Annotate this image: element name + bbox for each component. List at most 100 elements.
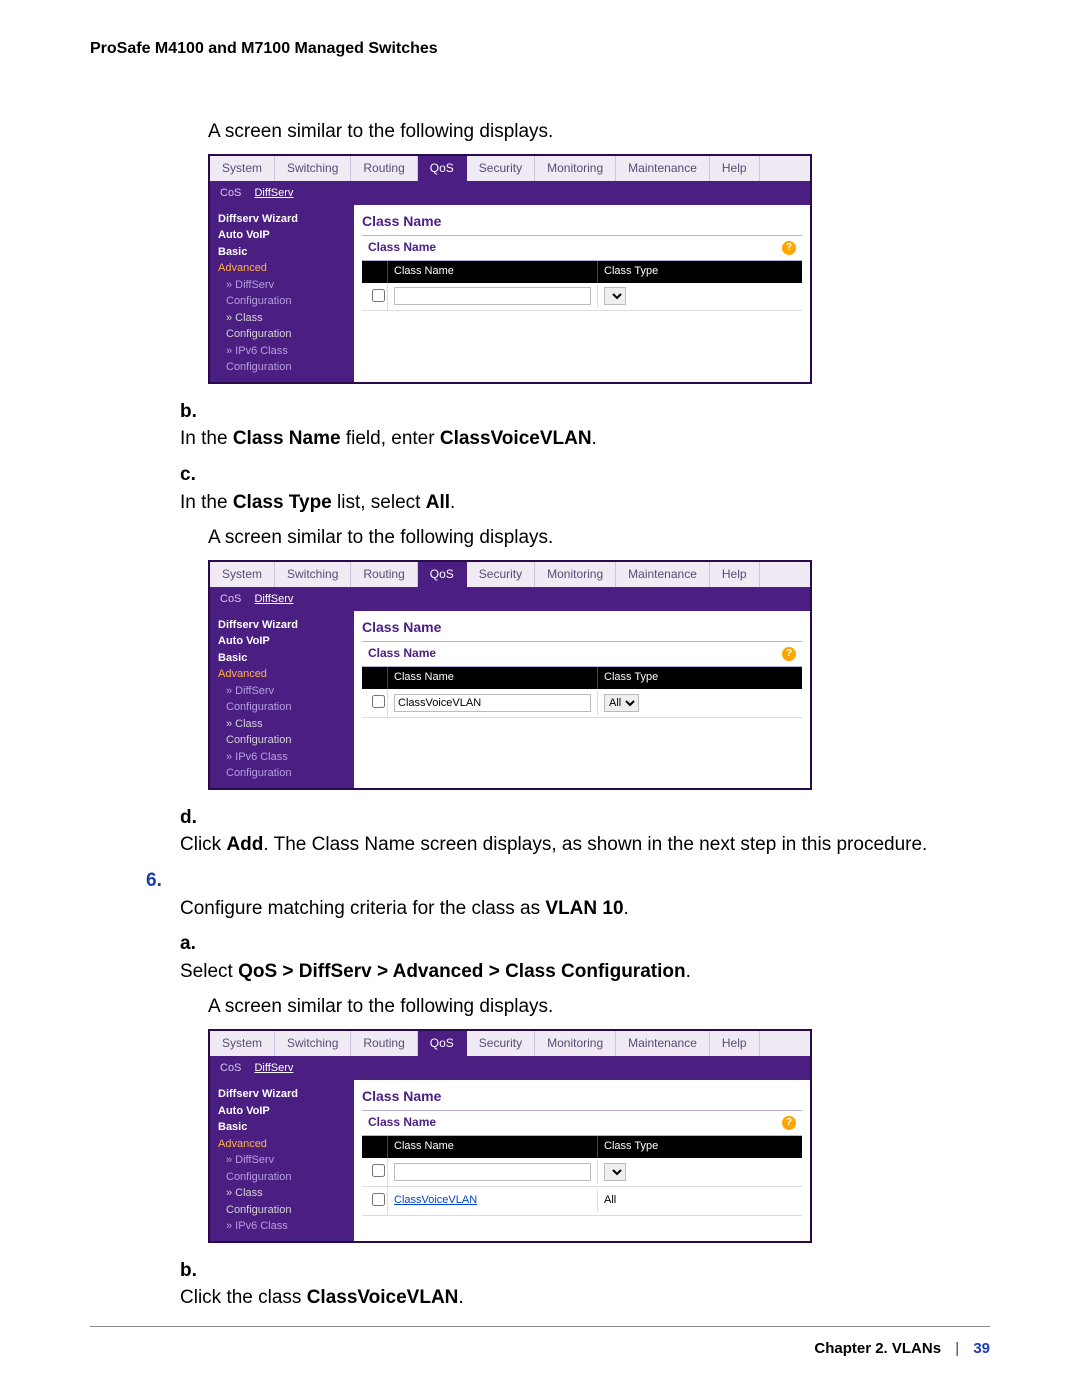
class-name-input[interactable] bbox=[394, 287, 591, 305]
tab-routing[interactable]: Routing bbox=[351, 1031, 417, 1056]
sidebar-item-wizard[interactable]: Diffserv Wizard bbox=[218, 617, 348, 634]
tab-help[interactable]: Help bbox=[710, 156, 760, 181]
switch-ui-screenshot-3: System Switching Routing QoS Security Mo… bbox=[208, 1029, 812, 1243]
sidebar-item-class-config[interactable]: Configuration bbox=[226, 732, 348, 749]
class-type-text: All bbox=[604, 1194, 616, 1206]
row-checkbox[interactable] bbox=[372, 1193, 385, 1206]
help-icon[interactable]: ? bbox=[782, 1116, 796, 1130]
row-checkbox[interactable] bbox=[372, 695, 385, 708]
table-row: All bbox=[362, 689, 802, 718]
step-d: d. Click Add. The Class Name screen disp… bbox=[180, 804, 990, 859]
subtab-cos[interactable]: CoS bbox=[220, 1062, 241, 1074]
sidebar-item-ipv6class-config[interactable]: Configuration bbox=[226, 359, 348, 376]
footer-chapter: Chapter 2. VLANs bbox=[814, 1340, 941, 1357]
class-name-input[interactable] bbox=[394, 694, 591, 712]
class-name-input[interactable] bbox=[394, 1163, 591, 1181]
pane-title: Class Name bbox=[362, 211, 802, 231]
fieldset-label: Class Name bbox=[368, 239, 436, 256]
sidebar-item-ipv6class[interactable]: » IPv6 Class bbox=[226, 1218, 348, 1235]
top-tabbar: System Switching Routing QoS Security Mo… bbox=[210, 156, 810, 183]
subtab-diffserv[interactable]: DiffServ bbox=[254, 593, 293, 605]
tab-security[interactable]: Security bbox=[467, 562, 535, 587]
subtab-cos[interactable]: CoS bbox=[220, 593, 241, 605]
class-type-select[interactable] bbox=[604, 1163, 626, 1181]
sidebar-item-wizard[interactable]: Diffserv Wizard bbox=[218, 211, 348, 228]
tab-maintenance[interactable]: Maintenance bbox=[616, 156, 710, 181]
tab-monitoring[interactable]: Monitoring bbox=[535, 1031, 616, 1056]
fieldset-label: Class Name bbox=[368, 645, 436, 662]
tab-help[interactable]: Help bbox=[710, 1031, 760, 1056]
sidebar-item-basic[interactable]: Basic bbox=[218, 1119, 348, 1136]
sidebar-item-ipv6class[interactable]: » IPv6 Class bbox=[226, 343, 348, 360]
help-icon[interactable]: ? bbox=[782, 647, 796, 661]
col-header-type: Class Type bbox=[598, 667, 802, 689]
row-checkbox[interactable] bbox=[372, 289, 385, 302]
tab-routing[interactable]: Routing bbox=[351, 156, 417, 181]
intro-text-1: A screen similar to the following displa… bbox=[208, 118, 990, 146]
sidebar-item-advanced[interactable]: Advanced bbox=[218, 1136, 348, 1153]
switch-ui-screenshot-2: System Switching Routing QoS Security Mo… bbox=[208, 560, 812, 790]
subtab-diffserv[interactable]: DiffServ bbox=[254, 187, 293, 199]
class-type-select[interactable]: All bbox=[604, 694, 639, 712]
tab-routing[interactable]: Routing bbox=[351, 562, 417, 587]
tab-qos[interactable]: QoS bbox=[418, 562, 467, 587]
sidebar-item-ipv6class-config[interactable]: Configuration bbox=[226, 765, 348, 782]
tab-switching[interactable]: Switching bbox=[275, 156, 351, 181]
col-header-name: Class Name bbox=[388, 667, 598, 689]
tab-monitoring[interactable]: Monitoring bbox=[535, 156, 616, 181]
row-checkbox[interactable] bbox=[372, 1164, 385, 1177]
sidebar-item-basic[interactable]: Basic bbox=[218, 244, 348, 261]
tab-maintenance[interactable]: Maintenance bbox=[616, 1031, 710, 1056]
pane-title: Class Name bbox=[362, 1086, 802, 1106]
col-header-type: Class Type bbox=[598, 1136, 802, 1158]
table-row bbox=[362, 283, 802, 312]
help-icon[interactable]: ? bbox=[782, 241, 796, 255]
sidebar-item-class[interactable]: » Class bbox=[226, 310, 348, 327]
step-b: b. In the Class Name field, enter ClassV… bbox=[180, 398, 990, 453]
sidebar-item-class-config[interactable]: Configuration bbox=[226, 1202, 348, 1219]
sidebar-item-diffserv[interactable]: » DiffServ bbox=[226, 683, 348, 700]
sidebar-item-basic[interactable]: Basic bbox=[218, 650, 348, 667]
sidebar-item-class-config[interactable]: Configuration bbox=[226, 326, 348, 343]
sidebar-item-autovoip[interactable]: Auto VoIP bbox=[218, 633, 348, 650]
tab-maintenance[interactable]: Maintenance bbox=[616, 562, 710, 587]
sidebar-item-diffserv-config[interactable]: Configuration bbox=[226, 699, 348, 716]
sidebar-item-ipv6class[interactable]: » IPv6 Class bbox=[226, 749, 348, 766]
sidebar-item-autovoip[interactable]: Auto VoIP bbox=[218, 227, 348, 244]
tab-monitoring[interactable]: Monitoring bbox=[535, 562, 616, 587]
sidebar-item-wizard[interactable]: Diffserv Wizard bbox=[218, 1086, 348, 1103]
step-6a-after: A screen similar to the following displa… bbox=[208, 993, 990, 1021]
step-c: c. In the Class Type list, select All. bbox=[180, 461, 990, 516]
fieldset-label: Class Name bbox=[368, 1114, 436, 1131]
sidebar-item-diffserv[interactable]: » DiffServ bbox=[226, 277, 348, 294]
class-type-select[interactable] bbox=[604, 287, 626, 305]
page-footer: Chapter 2. VLANs | 39 bbox=[814, 1340, 990, 1357]
tab-security[interactable]: Security bbox=[467, 1031, 535, 1056]
tab-qos[interactable]: QoS bbox=[418, 1031, 467, 1056]
sidebar-item-diffserv-config[interactable]: Configuration bbox=[226, 1169, 348, 1186]
tab-switching[interactable]: Switching bbox=[275, 1031, 351, 1056]
sidebar-item-diffserv-config[interactable]: Configuration bbox=[226, 293, 348, 310]
switch-ui-screenshot-1: System Switching Routing QoS Security Mo… bbox=[208, 154, 812, 384]
tab-system[interactable]: System bbox=[210, 1031, 275, 1056]
sidebar-item-class[interactable]: » Class bbox=[226, 1185, 348, 1202]
tab-help[interactable]: Help bbox=[710, 562, 760, 587]
tab-system[interactable]: System bbox=[210, 562, 275, 587]
class-name-link[interactable]: ClassVoiceVLAN bbox=[394, 1194, 477, 1206]
sidebar-item-advanced[interactable]: Advanced bbox=[218, 666, 348, 683]
tab-switching[interactable]: Switching bbox=[275, 562, 351, 587]
tab-system[interactable]: System bbox=[210, 156, 275, 181]
footer-rule bbox=[90, 1326, 990, 1327]
sidebar-item-advanced[interactable]: Advanced bbox=[218, 260, 348, 277]
subtab-cos[interactable]: CoS bbox=[220, 187, 241, 199]
col-header-name: Class Name bbox=[388, 261, 598, 283]
tab-qos[interactable]: QoS bbox=[418, 156, 467, 181]
sidebar-item-class[interactable]: » Class bbox=[226, 716, 348, 733]
sidebar-item-autovoip[interactable]: Auto VoIP bbox=[218, 1103, 348, 1120]
table-row-link: ClassVoiceVLAN All bbox=[362, 1187, 802, 1216]
subtab-diffserv[interactable]: DiffServ bbox=[254, 1062, 293, 1074]
step-c-after: A screen similar to the following displa… bbox=[208, 524, 990, 552]
tab-security[interactable]: Security bbox=[467, 156, 535, 181]
sidebar-item-diffserv[interactable]: » DiffServ bbox=[226, 1152, 348, 1169]
running-header: ProSafe M4100 and M7100 Managed Switches bbox=[90, 40, 990, 58]
